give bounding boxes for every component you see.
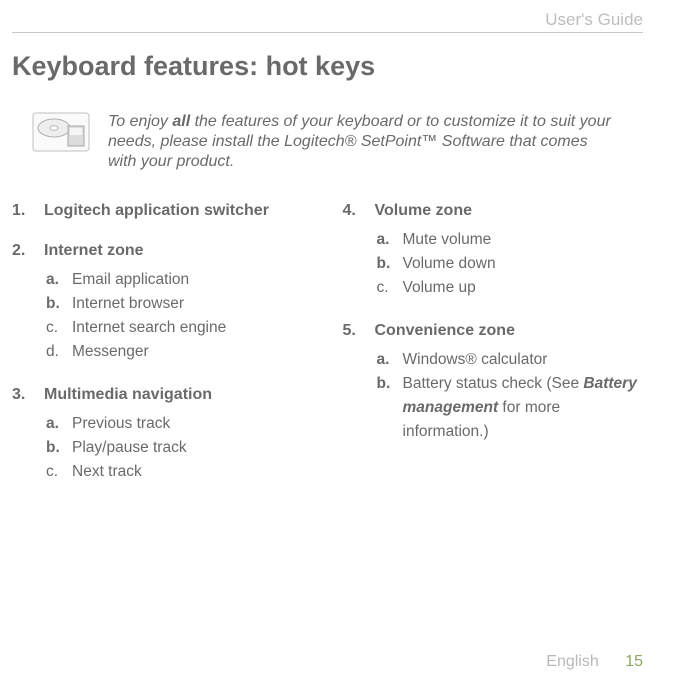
item-letter: b.	[46, 436, 64, 460]
doc-title: User's Guide	[545, 10, 643, 29]
page-footer: English 15	[546, 653, 643, 671]
item-letter: a.	[46, 412, 64, 436]
list-item: a. Previous track	[46, 412, 313, 436]
item-letter: c.	[46, 460, 64, 484]
list-item: b. Volume down	[377, 252, 644, 276]
item-letter: b.	[377, 252, 395, 276]
list-item: b. Play/pause track	[46, 436, 313, 460]
right-column: 4. Volume zone a. Mute volume b. Volume …	[343, 202, 644, 506]
item-letter: a.	[377, 348, 395, 372]
item-text: Volume up	[403, 276, 476, 300]
item-letter: d.	[46, 340, 64, 364]
section-title: Multimedia navigation	[44, 386, 212, 404]
install-note: To enjoy all the features of your keyboa…	[12, 112, 643, 172]
note-pre: To enjoy	[108, 113, 172, 130]
section-5: 5. Convenience zone a. Windows® calculat…	[343, 322, 644, 444]
list-item: c. Volume up	[377, 276, 644, 300]
item-text: Battery status check (See Battery manage…	[403, 372, 643, 444]
list-item: b. Battery status check (See Battery man…	[377, 372, 644, 444]
item-text: Previous track	[72, 412, 170, 436]
list-item: c. Next track	[46, 460, 313, 484]
item-text: Volume down	[403, 252, 496, 276]
item-text-pre: Battery status check (See	[403, 375, 584, 392]
section-4: 4. Volume zone a. Mute volume b. Volume …	[343, 202, 644, 300]
list-item: c. Internet search engine	[46, 316, 313, 340]
item-text: Internet browser	[72, 292, 184, 316]
list-item: d. Messenger	[46, 340, 313, 364]
section-number: 2.	[12, 242, 30, 260]
note-text: To enjoy all the features of your keyboa…	[108, 112, 618, 172]
section-title: Logitech application switcher	[44, 202, 269, 220]
section-3: 3. Multimedia navigation a. Previous tra…	[12, 386, 313, 484]
list-item: a. Email application	[46, 268, 313, 292]
header-bar: User's Guide	[12, 10, 643, 33]
item-letter: c.	[377, 276, 395, 300]
list-item: a. Mute volume	[377, 228, 644, 252]
footer-page-number: 15	[625, 653, 643, 670]
content-columns: 1. Logitech application switcher 2. Inte…	[12, 202, 643, 506]
item-text: Play/pause track	[72, 436, 187, 460]
item-letter: a.	[46, 268, 64, 292]
section-number: 1.	[12, 202, 30, 220]
list-item: a. Windows® calculator	[377, 348, 644, 372]
item-letter: a.	[377, 228, 395, 252]
list-item: b. Internet browser	[46, 292, 313, 316]
section-title: Convenience zone	[375, 322, 515, 340]
item-text: Next track	[72, 460, 142, 484]
item-letter: b.	[46, 292, 64, 316]
left-column: 1. Logitech application switcher 2. Inte…	[12, 202, 313, 506]
item-text: Mute volume	[403, 228, 492, 252]
section-1: 1. Logitech application switcher	[12, 202, 313, 220]
item-text: Email application	[72, 268, 189, 292]
section-title: Volume zone	[375, 202, 473, 220]
footer-language: English	[546, 653, 598, 670]
item-letter: c.	[46, 316, 64, 340]
section-number: 3.	[12, 386, 30, 404]
item-text: Messenger	[72, 340, 149, 364]
section-number: 5.	[343, 322, 361, 340]
cd-install-icon	[32, 112, 90, 152]
page-title: Keyboard features: hot keys	[12, 51, 643, 82]
item-text: Windows® calculator	[403, 348, 548, 372]
item-letter: b.	[377, 372, 395, 444]
note-bold: all	[172, 113, 190, 130]
item-text: Internet search engine	[72, 316, 226, 340]
section-number: 4.	[343, 202, 361, 220]
section-title: Internet zone	[44, 242, 144, 260]
section-2: 2. Internet zone a. Email application b.…	[12, 242, 313, 364]
